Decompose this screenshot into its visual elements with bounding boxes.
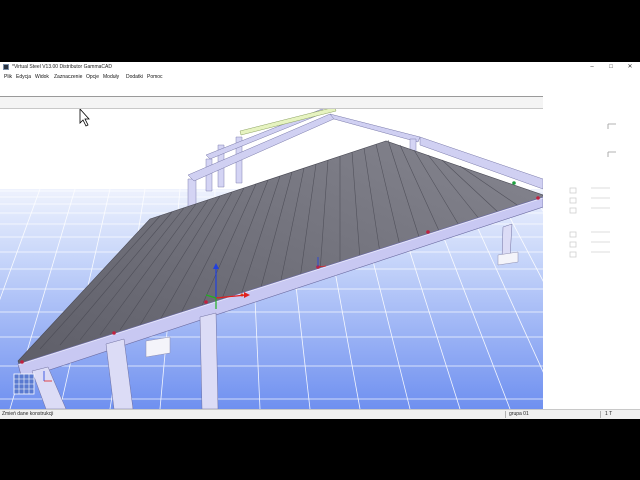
view-cube-icon[interactable] — [13, 373, 35, 395]
side-panel — [543, 82, 640, 409]
status-unit: 1 T — [605, 411, 613, 417]
menu-selection[interactable]: Zaznaczenie — [54, 74, 82, 80]
minimize-button[interactable]: – — [584, 62, 600, 73]
model-scene[interactable] — [0, 109, 543, 409]
menu-file[interactable]: Plik — [4, 74, 12, 80]
title-bar: *Virtual Steel V13.00 Distributor GammaC… — [0, 62, 640, 73]
menu-options[interactable]: Opcje — [86, 74, 99, 80]
panel-grayed-controls — [569, 187, 610, 258]
menu-modules[interactable]: Moduły — [103, 74, 119, 80]
side-panel-controls — [569, 123, 616, 258]
app-window: *Virtual Steel V13.00 Distributor GammaC… — [0, 62, 640, 419]
3d-viewport[interactable] — [0, 109, 543, 409]
menu-help[interactable]: Pomoc — [147, 74, 163, 80]
panel-corner-mid[interactable] — [607, 151, 616, 157]
maximize-button[interactable]: □ — [603, 62, 619, 73]
status-bar: Zmień dane konstrukcji grupa 01 1 T — [0, 409, 640, 419]
status-separator — [505, 411, 506, 418]
status-message: Zmień dane konstrukcji — [2, 411, 54, 417]
menu-bar: Plik Edycja Widok Zaznaczenie Opcje Modu… — [0, 73, 640, 82]
menu-edit[interactable]: Edycja — [16, 74, 31, 80]
window-title: *Virtual Steel V13.00 Distributor GammaC… — [12, 64, 112, 70]
close-button[interactable]: ✕ — [622, 62, 638, 73]
menu-view[interactable]: Widok — [35, 74, 49, 80]
status-group: grupa 01 — [509, 411, 529, 417]
menu-addons[interactable]: Dodatki — [126, 74, 143, 80]
app-icon[interactable] — [3, 64, 9, 70]
toolbar — [0, 96, 543, 109]
panel-corner-top[interactable] — [607, 123, 616, 129]
status-separator — [600, 411, 601, 418]
